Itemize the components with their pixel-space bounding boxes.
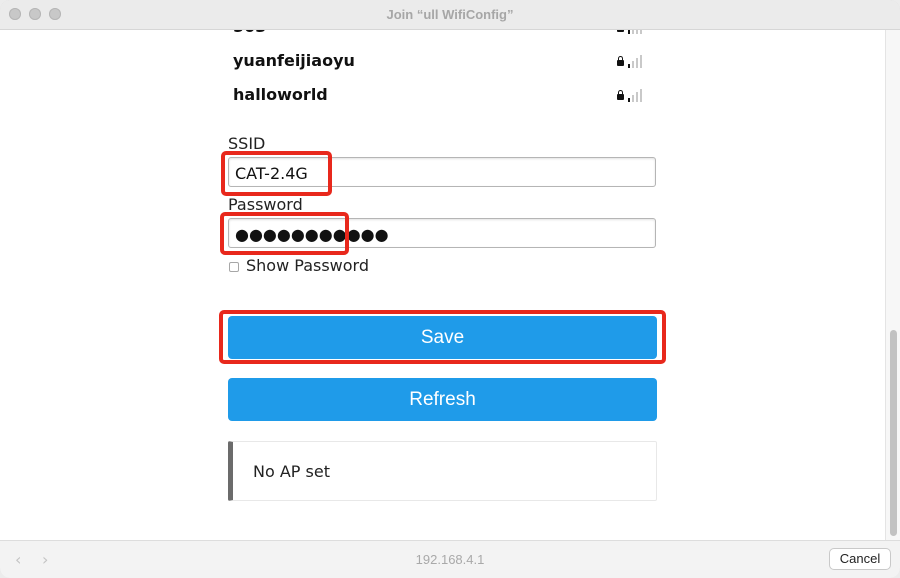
- lock-icon: [617, 56, 624, 66]
- page-content: 503 yuanfeijiaoyu halloworld SSID CAT-2.…: [0, 30, 885, 540]
- bottom-bar: ‹ › 192.168.4.1 Cancel: [0, 540, 900, 578]
- show-password-label[interactable]: Show Password: [246, 256, 369, 275]
- lock-icon: [617, 30, 624, 32]
- refresh-button[interactable]: Refresh: [228, 378, 657, 421]
- scrollbar-thumb[interactable]: [890, 330, 897, 536]
- network-item[interactable]: yuanfeijiaoyu: [233, 51, 653, 75]
- status-message: No AP set: [228, 441, 657, 501]
- title-bar: Join “ull WifiConfig”: [0, 0, 900, 30]
- network-name: 503: [233, 30, 266, 36]
- vertical-scrollbar[interactable]: [885, 30, 900, 540]
- network-item[interactable]: 503: [233, 30, 653, 41]
- network-item[interactable]: halloworld: [233, 85, 653, 109]
- ssid-highlight: [221, 151, 332, 196]
- show-password-checkbox[interactable]: [229, 262, 239, 272]
- save-highlight: [219, 310, 666, 364]
- password-highlight: [220, 212, 349, 255]
- window-title: Join “ull WifiConfig”: [386, 7, 514, 22]
- lock-icon: [617, 90, 624, 100]
- network-name: yuanfeijiaoyu: [233, 51, 355, 70]
- page-url: 192.168.4.1: [415, 552, 485, 567]
- wifi-signal-icon: [617, 88, 647, 104]
- status-message-text: No AP set: [253, 462, 330, 481]
- wifi-signal-icon: [617, 54, 647, 70]
- network-name: halloworld: [233, 85, 328, 104]
- wifi-signal-icon: [617, 30, 647, 36]
- cancel-button[interactable]: Cancel: [829, 548, 891, 570]
- captive-portal-window: Join “ull WifiConfig” 503 yuanfeijiaoyu …: [0, 0, 900, 578]
